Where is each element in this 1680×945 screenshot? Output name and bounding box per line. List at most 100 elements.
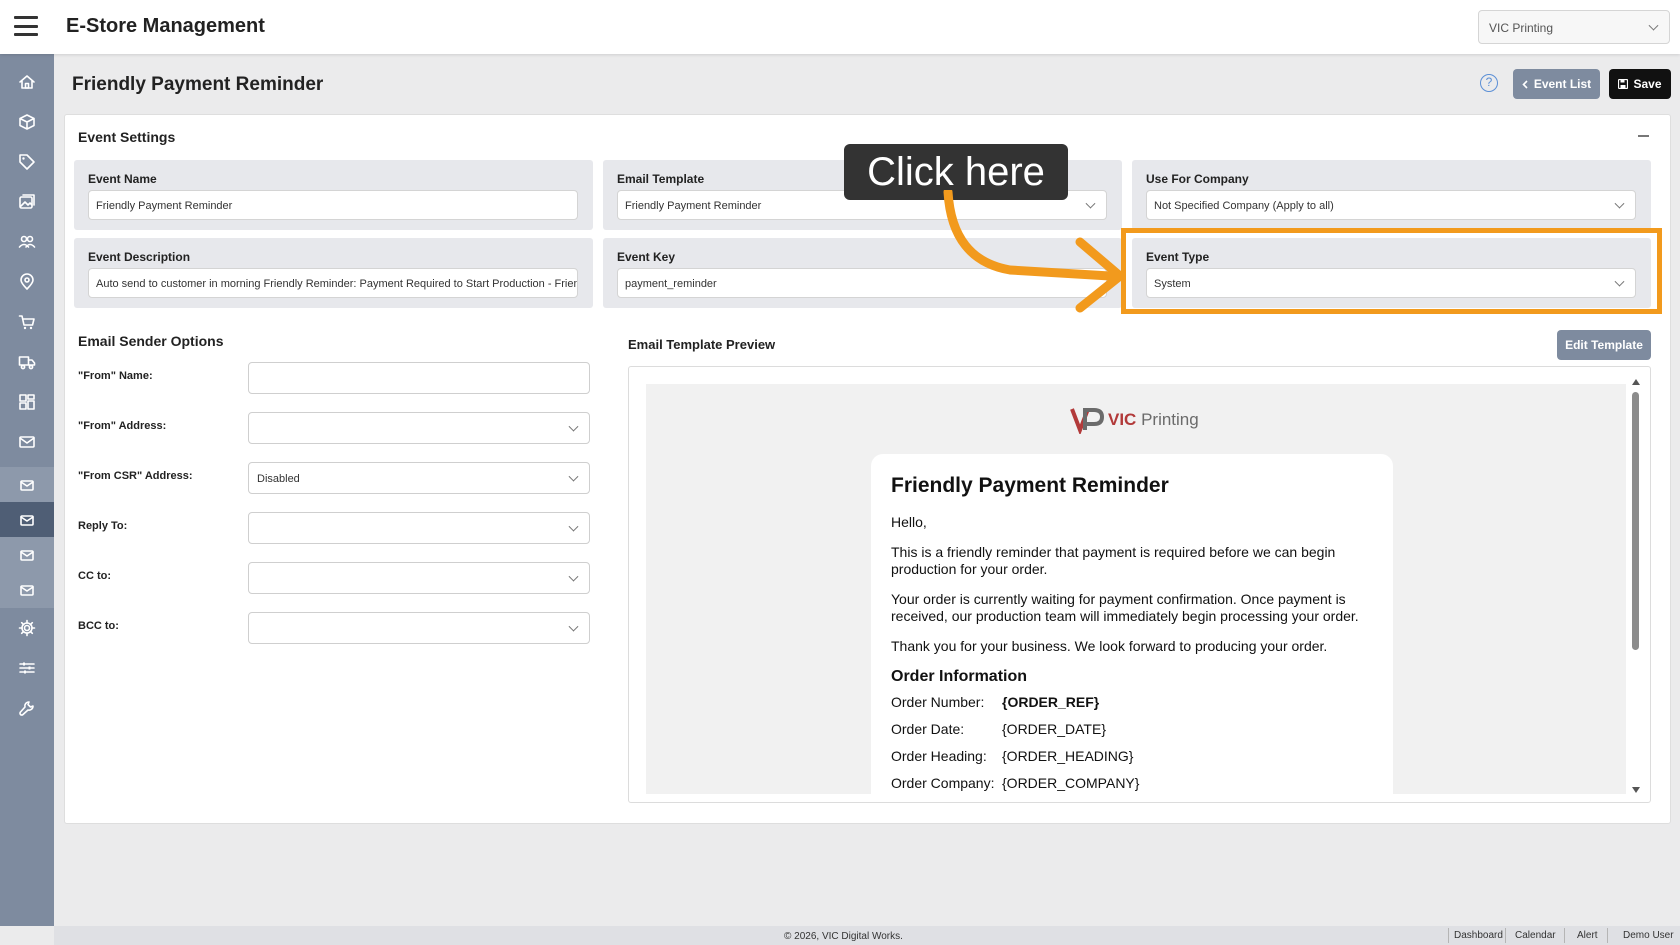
event-name-group: Event Name Friendly Payment Reminder: [74, 160, 593, 230]
event-name-input[interactable]: Friendly Payment Reminder: [88, 190, 578, 220]
sidebar-item-mail-active[interactable]: [0, 502, 54, 538]
order-row: Order Company: {ORDER_COMPANY}: [891, 775, 1373, 794]
save-button[interactable]: Save: [1609, 69, 1671, 99]
sidebar-item-mail-sub[interactable]: [0, 467, 54, 503]
footer-divider: [1505, 928, 1506, 943]
save-label: Save: [1633, 77, 1662, 91]
sidebar-item-wrench[interactable]: [0, 690, 54, 726]
footer-link-calendar[interactable]: Calendar: [1515, 930, 1556, 941]
sidebar-item-gear[interactable]: [0, 610, 54, 646]
footer-link-dashboard[interactable]: Dashboard: [1454, 930, 1503, 941]
users-icon: [18, 235, 36, 248]
email-preview-frame: VIC Printing Friendly Payment Reminder H…: [628, 366, 1651, 803]
bcc-to-select[interactable]: [248, 612, 590, 644]
edit-template-button[interactable]: Edit Template: [1557, 330, 1651, 360]
tag-icon: [19, 154, 35, 170]
order-row-key: Order Heading:: [891, 748, 987, 764]
email-preview-body: VIC Printing Friendly Payment Reminder H…: [646, 384, 1626, 794]
event-description-group: Event Description Auto send to customer …: [74, 238, 593, 308]
email-paragraph-2: Your order is currently waiting for paym…: [891, 591, 1359, 624]
from-address-select[interactable]: [248, 412, 590, 444]
order-row-key: Order Company:: [891, 775, 995, 791]
scroll-up-icon[interactable]: [1632, 379, 1640, 385]
email-paragraph-3: Thank you for your business. We look for…: [891, 638, 1328, 654]
sidebar-item-home[interactable]: [0, 64, 54, 100]
from-csr-select[interactable]: Disabled: [248, 462, 590, 494]
reply-to-select[interactable]: [248, 512, 590, 544]
email-template-value: Friendly Payment Reminder: [625, 200, 762, 212]
images-icon: [19, 194, 35, 209]
sender-options-title: Email Sender Options: [78, 333, 224, 349]
sidebar-item-mail-sub[interactable]: [0, 537, 54, 573]
chevron-left-icon: [1522, 79, 1528, 89]
collapse-icon[interactable]: [1638, 135, 1649, 137]
sidebar-item-location[interactable]: [0, 264, 54, 300]
scroll-down-icon[interactable]: [1632, 787, 1640, 793]
order-row-key: Order Date:: [891, 721, 965, 737]
footer-divider: [1607, 928, 1608, 943]
email-heading: Friendly Payment Reminder: [891, 474, 1169, 497]
sidebar-item-box[interactable]: [0, 104, 54, 140]
order-row-key: Order Number:: [891, 694, 985, 710]
event-description-label: Event Description: [88, 250, 191, 264]
app-title: E-Store Management: [66, 15, 265, 37]
from-name-input[interactable]: [248, 362, 590, 394]
chevron-down-icon: [568, 621, 579, 632]
box-icon: [19, 114, 35, 130]
page-title: Friendly Payment Reminder: [72, 74, 324, 95]
home-icon: [19, 75, 35, 89]
order-row-value: {ORDER_HEADING}: [1002, 748, 1134, 764]
mail-icon: [19, 436, 35, 448]
footer-divider: [1564, 928, 1565, 943]
order-row-value: {ORDER_COMPANY}: [1002, 775, 1140, 791]
mail-sub-icon: [20, 550, 34, 561]
sliders-icon: [19, 662, 35, 674]
event-list-button[interactable]: Event List: [1513, 69, 1600, 99]
sidebar-item-tag[interactable]: [0, 144, 54, 180]
sidebar-item-grid[interactable]: [0, 384, 54, 420]
top-bar: E-Store Management VIC Printing: [0, 0, 1680, 54]
wrench-icon: [19, 701, 34, 716]
sidebar-item-truck[interactable]: [0, 344, 54, 380]
footer: © 2026, VIC Digital Works. Dashboard Cal…: [54, 926, 1680, 945]
sidebar-item-mail[interactable]: [0, 424, 54, 460]
from-address-label: "From" Address:: [78, 420, 167, 432]
use-for-company-label: Use For Company: [1146, 172, 1249, 186]
copyright: © 2026, VIC Digital Works.: [784, 931, 903, 942]
chevron-down-icon: [568, 471, 579, 482]
event-type-highlight: [1121, 228, 1662, 314]
bcc-to-label: BCC to:: [78, 620, 119, 632]
cc-to-select[interactable]: [248, 562, 590, 594]
sidebar-item-sliders[interactable]: [0, 650, 54, 686]
sidebar-item-users[interactable]: [0, 224, 54, 260]
location-icon: [20, 273, 34, 290]
event-description-input[interactable]: Auto send to customer in morning Friendl…: [88, 268, 578, 298]
floppy-disk-icon: [1618, 79, 1629, 89]
order-row: Order Number: {ORDER_REF}: [891, 694, 1373, 721]
footer-divider: [1448, 928, 1449, 943]
email-content-card: Friendly Payment Reminder Hello, This is…: [871, 454, 1393, 794]
use-for-company-value: Not Specified Company (Apply to all): [1154, 200, 1334, 212]
sidebar-item-cart[interactable]: [0, 304, 54, 340]
company-select[interactable]: VIC Printing: [1478, 10, 1670, 44]
preview-scrollbar[interactable]: [1629, 379, 1641, 793]
use-for-company-select[interactable]: Not Specified Company (Apply to all): [1146, 190, 1636, 220]
use-for-company-group: Use For Company Not Specified Company (A…: [1132, 160, 1651, 230]
logo-brand: VIC: [1108, 410, 1137, 429]
hamburger-menu-icon[interactable]: [14, 16, 38, 36]
event-name-label: Event Name: [88, 172, 157, 186]
cc-to-label: CC to:: [78, 570, 111, 582]
order-row-value: {ORDER_DATE}: [1002, 721, 1106, 737]
sidebar-item-images[interactable]: [0, 184, 54, 220]
gear-icon: [18, 619, 36, 637]
scroll-thumb[interactable]: [1632, 392, 1639, 650]
company-select-value: VIC Printing: [1489, 21, 1554, 35]
help-icon[interactable]: ?: [1480, 74, 1498, 92]
callout-arrow-icon: [943, 190, 1125, 313]
footer-link-alert[interactable]: Alert: [1577, 930, 1598, 941]
sidebar-item-mail-sub[interactable]: [0, 572, 54, 608]
footer-link-demo-user[interactable]: Demo User: [1623, 930, 1674, 941]
order-info-title: Order Information: [891, 668, 1028, 685]
truck-icon: [18, 356, 36, 370]
order-row: Order Date: {ORDER_DATE}: [891, 721, 1373, 748]
